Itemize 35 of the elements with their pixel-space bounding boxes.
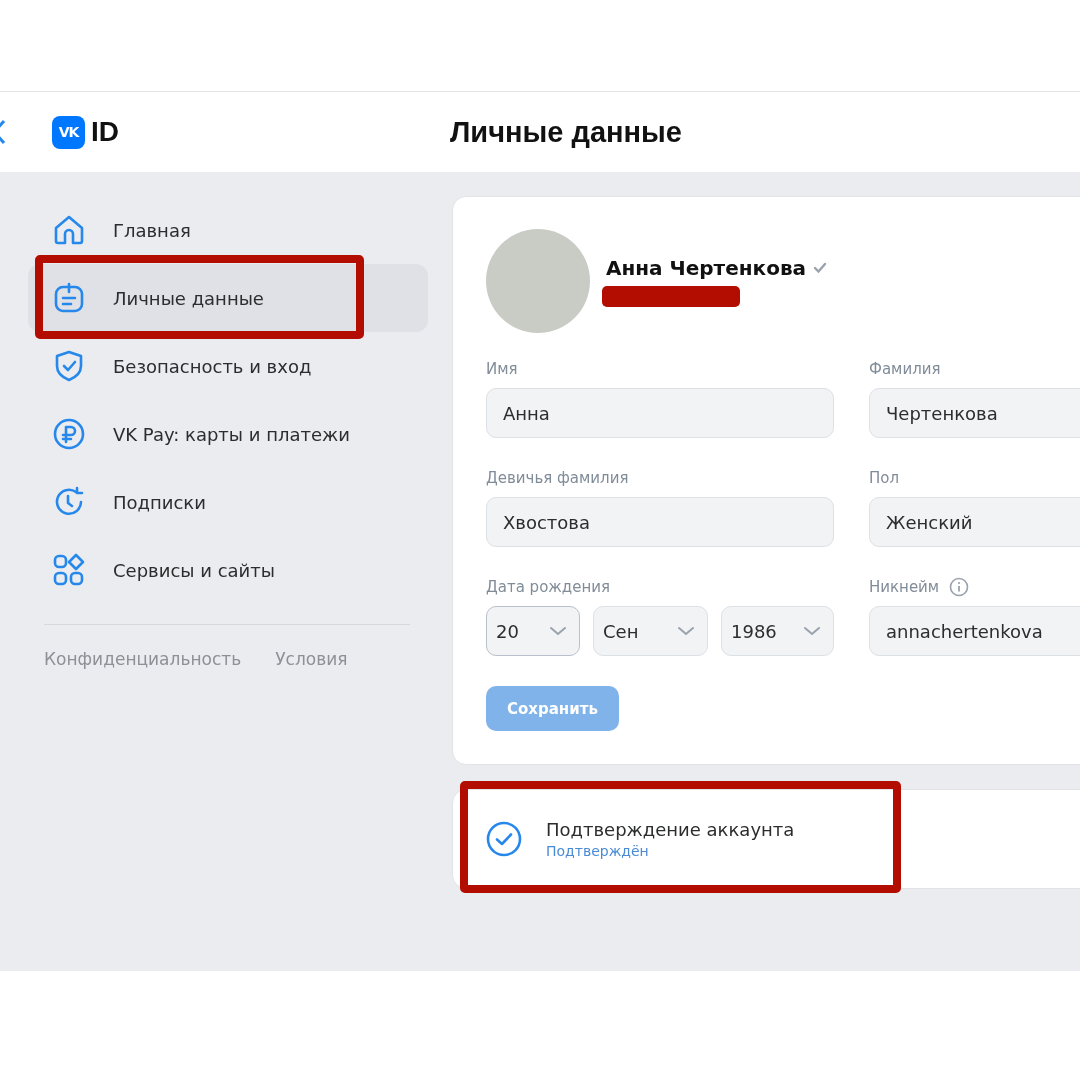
chevron-down-icon <box>677 626 695 636</box>
input-field[interactable]: Хвостова <box>486 497 834 547</box>
sidebar-item[interactable]: Сервисы и сайты <box>28 536 428 604</box>
logo-badge: VK <box>52 115 85 149</box>
sidebar-item[interactable]: Безопасность и вход <box>28 332 428 400</box>
check-circle-icon <box>486 820 522 857</box>
verification-status: Подтверждён <box>546 842 650 859</box>
sidebar-item[interactable]: Главная <box>28 196 428 264</box>
field-label: Имя <box>486 360 518 378</box>
page-title: Личные данные <box>450 115 682 149</box>
field-label: Пол <box>869 469 900 487</box>
sidebar-item[interactable]: VK Pay: карты и платежи <box>28 400 428 468</box>
document-icon <box>52 281 86 315</box>
field-label: Фамилия <box>869 360 941 378</box>
dropdown[interactable]: 1986 <box>721 606 834 656</box>
input-field[interactable]: Чертенкова <box>869 388 1080 438</box>
sidebar-item[interactable]: Личные данные <box>28 264 428 332</box>
chevron-down-icon <box>549 626 567 636</box>
ruble-icon <box>52 417 86 451</box>
logo-text: ID <box>91 116 119 148</box>
input-field[interactable]: Женский <box>869 497 1080 547</box>
field-label: Девичья фамилия <box>486 469 629 487</box>
field-label: Дата рождения <box>486 578 610 596</box>
dropdown[interactable]: 20 <box>486 606 580 656</box>
sidebar-item[interactable]: Подписки <box>28 468 428 536</box>
verification-title: Подтверждение аккаунта <box>546 818 795 840</box>
user-name: Анна Чертенкова <box>606 255 807 280</box>
chevron-down-icon <box>803 626 821 636</box>
grid-icon <box>52 553 86 587</box>
info-icon[interactable] <box>949 577 970 597</box>
input-field[interactable]: Анна <box>486 388 834 438</box>
input-field[interactable]: annachertenkova <box>869 606 1080 656</box>
field-label: Никнейм <box>869 578 940 596</box>
house-icon <box>52 213 86 247</box>
dropdown[interactable]: Сен <box>593 606 708 656</box>
